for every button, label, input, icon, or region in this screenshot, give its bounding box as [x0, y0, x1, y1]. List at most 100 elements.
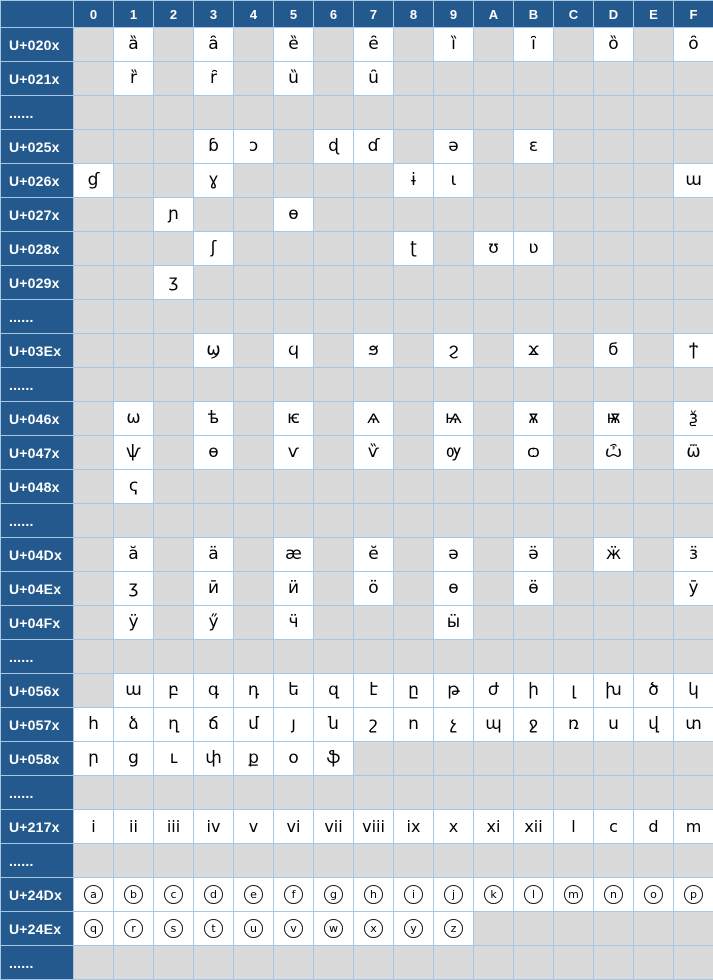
empty-cell	[474, 946, 514, 980]
char-cell: ȏ	[674, 28, 713, 62]
empty-cell	[554, 96, 594, 130]
empty-cell	[474, 266, 514, 300]
char-cell: ȍ	[594, 28, 634, 62]
empty-cell	[274, 266, 314, 300]
empty-cell	[234, 572, 274, 606]
ellipsis-row: ......	[1, 504, 713, 538]
char-cell: ѧ	[354, 402, 394, 436]
char-cell: ձ	[114, 708, 154, 742]
empty-cell	[114, 164, 154, 198]
chart-row-u+028x: U+028xʃʈʊʋ	[1, 232, 713, 266]
char-cell: ȅ	[274, 28, 314, 62]
circled-letter: s	[164, 919, 183, 938]
empty-cell	[314, 368, 354, 402]
empty-cell	[634, 334, 674, 368]
empty-cell	[634, 640, 674, 674]
empty-cell	[154, 232, 194, 266]
char-cell: ѻ	[514, 436, 554, 470]
char-cell: ϯ	[674, 334, 713, 368]
char-cell: ѳ	[194, 436, 234, 470]
empty-cell	[594, 232, 634, 266]
char-cell: ȃ	[194, 28, 234, 62]
char-cell: x	[354, 912, 394, 946]
char-cell: շ	[354, 708, 394, 742]
char-cell: մ	[234, 708, 274, 742]
empty-cell	[634, 62, 674, 96]
empty-cell	[234, 470, 274, 504]
char-cell: xi	[474, 810, 514, 844]
empty-cell	[554, 946, 594, 980]
char-cell: ջ	[514, 708, 554, 742]
empty-cell	[234, 198, 274, 232]
empty-cell	[114, 266, 154, 300]
empty-cell	[474, 844, 514, 878]
circled-letter: b	[124, 885, 143, 904]
char-cell: ս	[594, 708, 634, 742]
empty-cell	[354, 606, 394, 640]
circled-letter: j	[444, 885, 463, 904]
empty-cell	[474, 436, 514, 470]
char-cell: հ	[74, 708, 114, 742]
empty-cell	[354, 946, 394, 980]
empty-cell	[274, 504, 314, 538]
column-header-4: 4	[234, 1, 274, 28]
empty-cell	[154, 334, 194, 368]
empty-cell	[434, 96, 474, 130]
char-cell: c	[594, 810, 634, 844]
row-label: ......	[1, 368, 74, 402]
ellipsis-row: ......	[1, 368, 713, 402]
char-cell: ɨ	[394, 164, 434, 198]
empty-cell	[594, 266, 634, 300]
empty-cell	[314, 198, 354, 232]
chart-row-u+057x: U+057xհձղճմյնշոչպջռսվտ	[1, 708, 713, 742]
empty-cell	[594, 504, 634, 538]
empty-cell	[234, 368, 274, 402]
char-cell: ȇ	[354, 28, 394, 62]
empty-cell	[114, 300, 154, 334]
empty-cell	[394, 572, 434, 606]
empty-cell	[594, 198, 634, 232]
empty-cell	[474, 62, 514, 96]
empty-cell	[354, 640, 394, 674]
empty-cell	[274, 232, 314, 266]
char-cell: բ	[154, 674, 194, 708]
empty-cell	[354, 266, 394, 300]
empty-cell	[234, 164, 274, 198]
empty-cell	[514, 164, 554, 198]
empty-cell	[74, 232, 114, 266]
empty-cell	[314, 232, 354, 266]
empty-cell	[554, 28, 594, 62]
circled-letter: q	[84, 919, 103, 938]
circled-letter: o	[644, 885, 663, 904]
empty-cell	[394, 640, 434, 674]
empty-cell	[594, 776, 634, 810]
empty-cell	[594, 96, 634, 130]
empty-cell	[514, 368, 554, 402]
empty-cell	[274, 368, 314, 402]
empty-cell	[634, 436, 674, 470]
empty-cell	[674, 62, 713, 96]
empty-cell	[434, 62, 474, 96]
empty-cell	[394, 470, 434, 504]
empty-cell	[554, 266, 594, 300]
char-cell: u	[234, 912, 274, 946]
char-cell: l	[554, 810, 594, 844]
chart-row-u+025x: U+025xɓɔɖɗəɛ	[1, 130, 713, 164]
empty-cell	[354, 164, 394, 198]
chart-row-u+056x: U+056xաբգդեզէըթժիլխծկ	[1, 674, 713, 708]
char-cell: ծ	[634, 674, 674, 708]
empty-cell	[554, 368, 594, 402]
char-cell: կ	[674, 674, 713, 708]
empty-cell	[514, 912, 554, 946]
empty-cell	[74, 572, 114, 606]
empty-cell	[474, 28, 514, 62]
circled-letter: f	[284, 885, 303, 904]
row-label: U+04Ex	[1, 572, 74, 606]
empty-cell	[154, 640, 194, 674]
char-cell: i	[74, 810, 114, 844]
circled-letter: k	[484, 885, 503, 904]
empty-cell	[274, 130, 314, 164]
circled-letter: m	[564, 885, 583, 904]
empty-cell	[394, 130, 434, 164]
char-cell: ӡ	[114, 572, 154, 606]
